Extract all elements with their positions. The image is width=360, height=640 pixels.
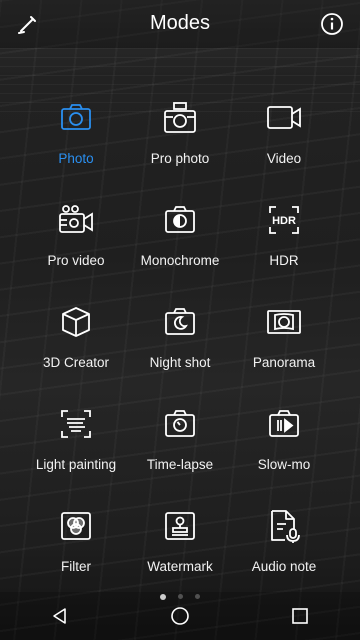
mode-pro-video[interactable]: Pro video — [24, 198, 128, 300]
mode-slow-mo[interactable]: Slow-mo — [232, 402, 336, 504]
pro-video-icon — [58, 202, 94, 238]
mode-night-shot[interactable]: Night shot — [128, 300, 232, 402]
page-title: Modes — [149, 12, 211, 34]
info-icon[interactable] — [318, 10, 346, 38]
mode-label: 3D Creator — [42, 355, 110, 370]
mode-label: Watermark — [147, 559, 213, 574]
time-lapse-icon — [162, 406, 198, 442]
mode-photo[interactable]: Photo — [24, 96, 128, 198]
mode-filter[interactable]: Filter — [24, 504, 128, 606]
panorama-icon — [266, 304, 302, 340]
mode-label: Pro photo — [150, 151, 210, 166]
mode-label: Pro video — [47, 253, 105, 268]
monochrome-icon — [162, 202, 198, 238]
light-painting-icon — [58, 406, 94, 442]
hdr-icon-text: HDR — [272, 215, 296, 227]
mode-label: Filter — [61, 559, 91, 574]
audio-note-icon — [266, 508, 302, 544]
hdr-icon: HDR — [266, 202, 302, 238]
top-bar: Modes — [0, 0, 360, 48]
video-camera-icon — [266, 100, 302, 136]
mode-label: HDR — [269, 253, 299, 268]
mode-label: Audio note — [251, 559, 317, 574]
pro-camera-icon — [162, 100, 198, 136]
mode-hdr[interactable]: HDR HDR — [232, 198, 336, 300]
mode-time-lapse[interactable]: Time-lapse — [128, 402, 232, 504]
back-triangle-icon[interactable] — [36, 592, 84, 640]
mode-video[interactable]: Video — [232, 96, 336, 198]
modes-grid: Photo Pro photo Video Pro video Monochro… — [0, 96, 360, 606]
filter-icon — [58, 508, 94, 544]
mode-pro-photo[interactable]: Pro photo — [128, 96, 232, 198]
mode-label: Video — [266, 151, 302, 166]
system-nav-bar — [0, 592, 360, 640]
mode-watermark[interactable]: Watermark — [128, 504, 232, 606]
recents-square-icon[interactable] — [276, 592, 324, 640]
mode-panorama[interactable]: Panorama — [232, 300, 336, 402]
mode-label: Light painting — [35, 457, 117, 472]
night-shot-icon — [162, 304, 198, 340]
mode-label: Time-lapse — [146, 457, 214, 472]
mode-light-painting[interactable]: Light painting — [24, 402, 128, 504]
mode-label: Slow-mo — [257, 457, 311, 472]
mode-label: Monochrome — [140, 253, 220, 268]
slow-mo-icon — [266, 406, 302, 442]
mode-audio-note[interactable]: Audio note — [232, 504, 336, 606]
mode-3d-creator[interactable]: 3D Creator — [24, 300, 128, 402]
home-circle-icon[interactable] — [156, 592, 204, 640]
watermark-icon — [162, 508, 198, 544]
camera-icon — [58, 100, 94, 136]
mode-label: Night shot — [149, 355, 211, 370]
mode-monochrome[interactable]: Monochrome — [128, 198, 232, 300]
mode-label: Photo — [58, 151, 94, 166]
mode-label: Panorama — [252, 355, 316, 370]
cube-icon — [58, 304, 94, 340]
